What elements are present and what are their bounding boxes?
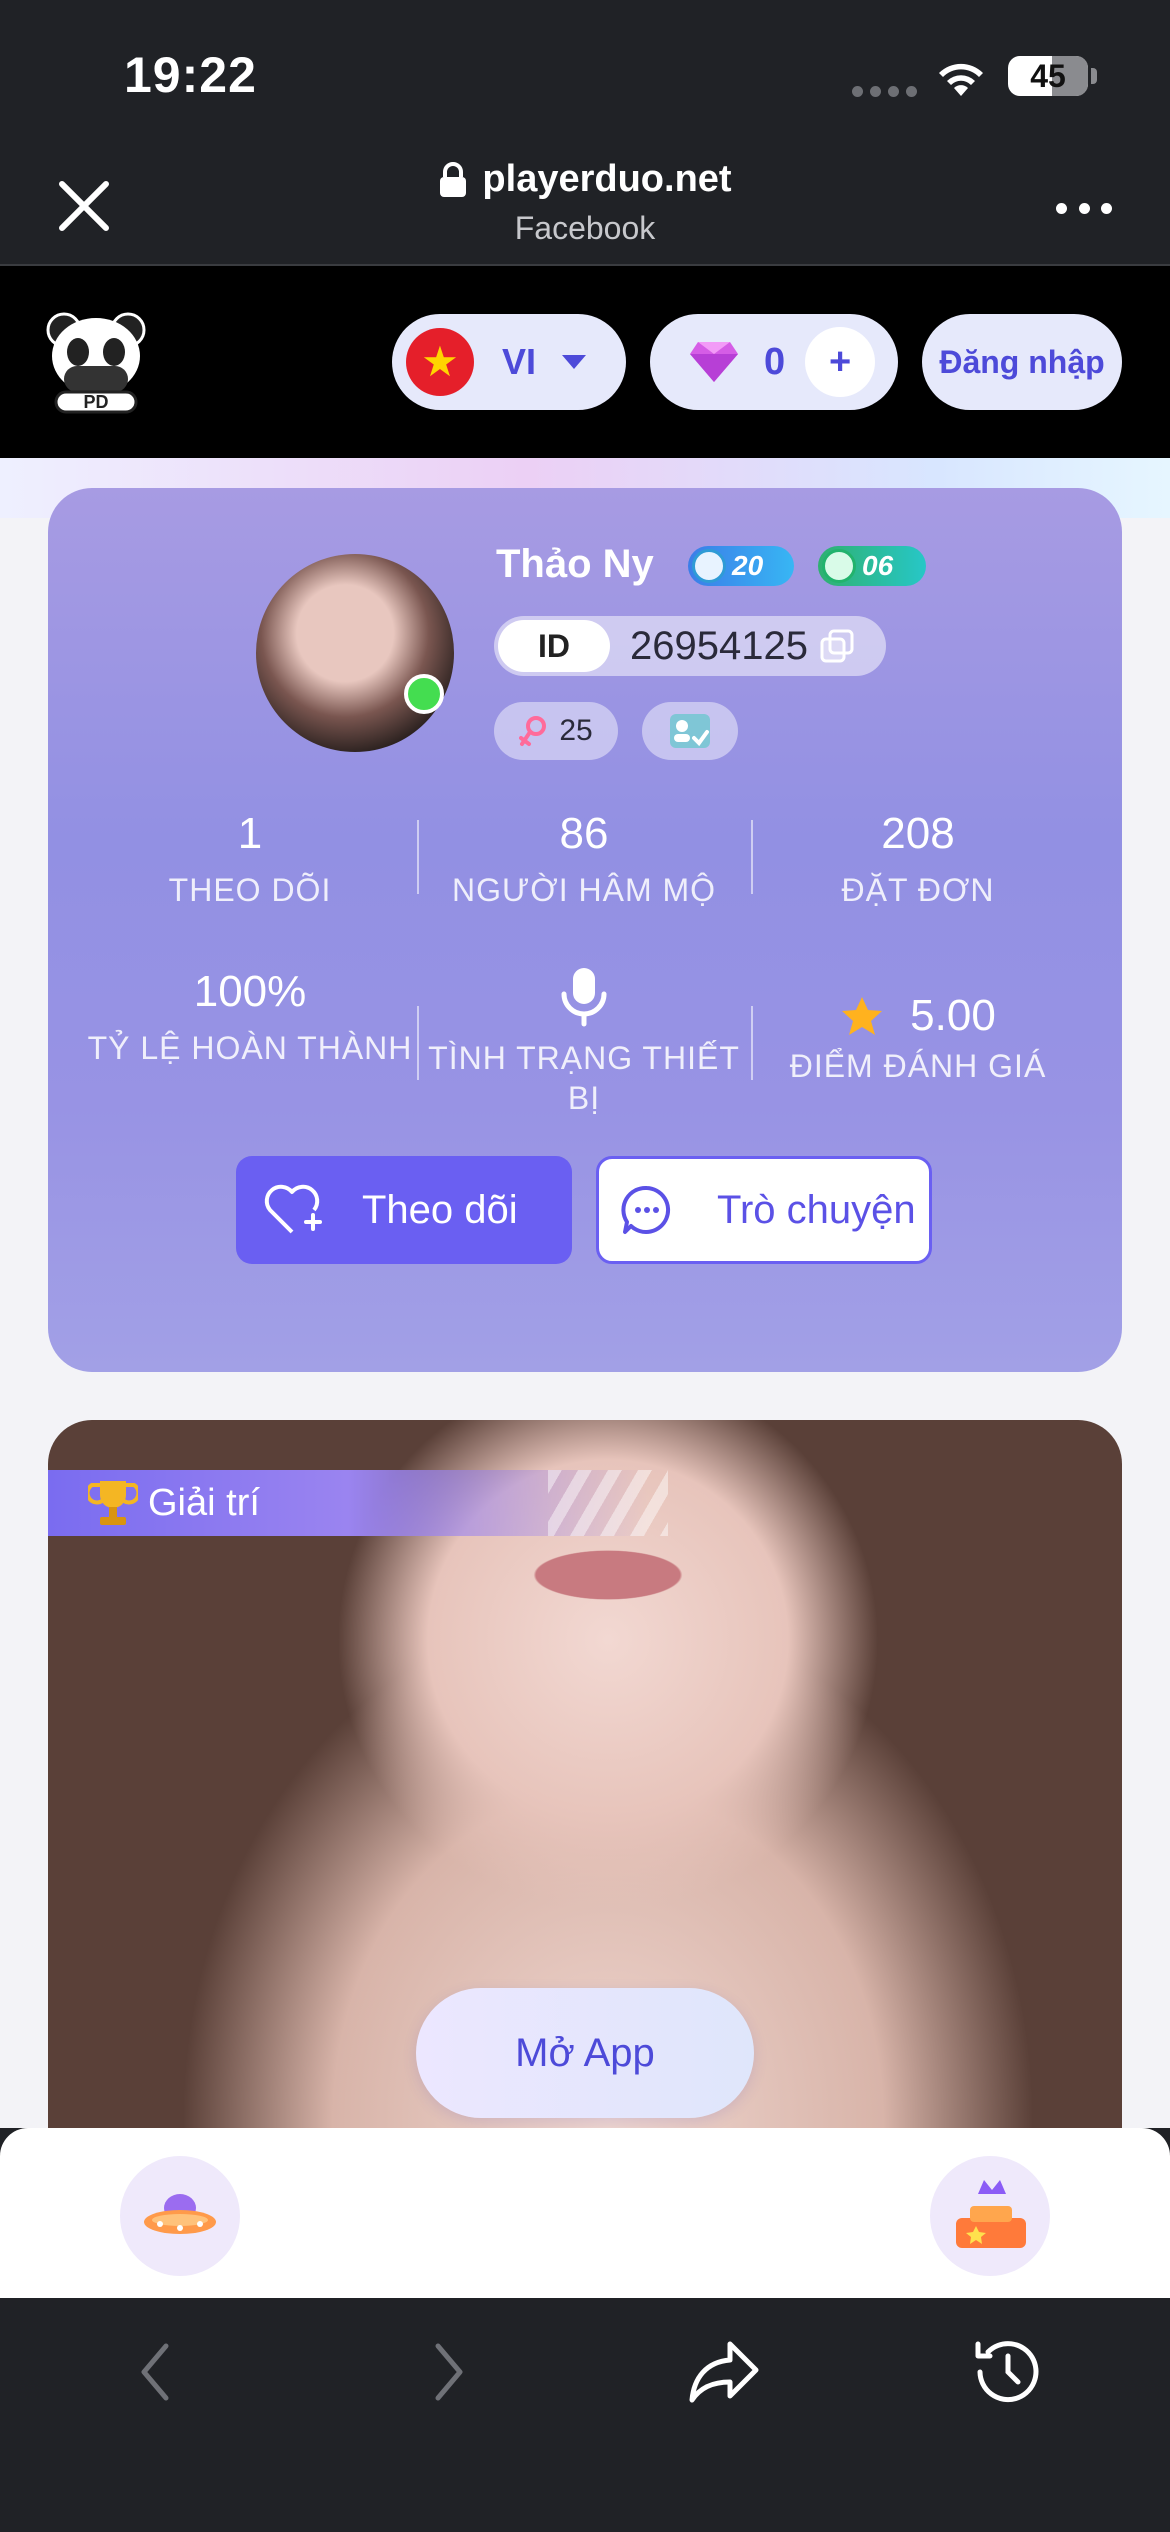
id-card-verified-icon: [670, 714, 710, 748]
share-icon[interactable]: [686, 2334, 762, 2410]
stat-fans: 86 NGƯỜI HÂM MỘ: [417, 808, 751, 910]
add-gems-button[interactable]: +: [805, 327, 876, 397]
online-status-dot: [404, 674, 444, 714]
cellular-signal-icon: [852, 86, 917, 97]
gender-age-badge: 25: [494, 702, 618, 760]
copy-icon[interactable]: [820, 629, 854, 663]
login-button[interactable]: Đăng nhập: [922, 314, 1122, 410]
language-selector[interactable]: ★ VI: [392, 314, 626, 410]
stat-orders: 208 ĐẶT ĐƠN: [751, 808, 1085, 910]
forward-arrow-icon[interactable]: [408, 2334, 484, 2410]
profile-card: Thảo Ny 20 06 ID 26954125 25 1 THEO DÕI …: [48, 488, 1122, 1372]
chevron-down-icon: [562, 355, 587, 369]
gem-count: 0: [764, 340, 786, 383]
back-arrow-icon[interactable]: [120, 2334, 196, 2410]
female-icon: [519, 716, 547, 746]
ufo-button[interactable]: [120, 2156, 240, 2276]
stat-completion-rate: 100% TỶ LỆ HOÀN THÀNH: [87, 967, 413, 1066]
level-medal-icon: [692, 549, 726, 583]
stats-row-1: 1 THEO DÕI 86 NGƯỜI HÂM MỘ 208 ĐẶT ĐƠN: [83, 808, 1157, 910]
chat-label: Trò chuyện: [717, 1187, 916, 1232]
follow-button[interactable]: Theo dõi: [236, 1156, 572, 1264]
stats-row-2: 100% TỶ LỆ HOÀN THÀNH TÌNH TRẠNG THIẾT B…: [83, 966, 1157, 1118]
panda-logo[interactable]: PD: [44, 308, 148, 416]
category-label: Giải trí: [148, 1481, 260, 1524]
svg-text:PD: PD: [83, 392, 108, 412]
id-label: ID: [498, 620, 610, 672]
user-name: Thảo Ny: [496, 542, 654, 586]
level-badge: 20: [688, 546, 794, 586]
status-bar: 19:22 45: [0, 0, 1170, 140]
status-time: 19:22: [124, 47, 257, 103]
tag-stripes: [548, 1470, 668, 1536]
diamond-icon: [690, 342, 738, 382]
star-icon: [842, 997, 883, 1035]
page-content: Thảo Ny 20 06 ID 26954125 25 1 THEO DÕI …: [0, 458, 1170, 2128]
wifi-icon: [939, 63, 983, 96]
url-display[interactable]: playerduo.net Facebook: [0, 158, 1170, 247]
chat-button[interactable]: Trò chuyện: [596, 1156, 932, 1264]
ufo-icon: [144, 2194, 216, 2234]
url-source: Facebook: [514, 209, 656, 246]
chat-bubble-icon: [621, 1185, 671, 1234]
language-code: VI: [502, 341, 537, 382]
battery-icon: 45: [1008, 56, 1088, 96]
battery-tip: [1091, 68, 1097, 84]
gem-balance: 0 +: [650, 314, 898, 410]
microphone-icon: [561, 968, 607, 1027]
battery-level: 45: [1030, 58, 1066, 94]
stat-device-status: TÌNH TRẠNG THIẾT BỊ: [417, 966, 751, 1118]
gem-badge: 06: [818, 546, 926, 586]
open-app-button[interactable]: Mở App: [416, 1988, 754, 2118]
id-value: 26954125: [630, 623, 808, 668]
more-options-icon[interactable]: [1056, 200, 1112, 216]
gem-medal-icon: [822, 549, 856, 583]
ranking-button[interactable]: [930, 2156, 1050, 2276]
trophy-icon: [88, 1481, 138, 1525]
vietnam-flag-icon: ★: [406, 328, 474, 396]
history-icon[interactable]: [970, 2334, 1046, 2410]
follow-label: Theo dõi: [362, 1187, 518, 1232]
age-value: 25: [559, 714, 593, 747]
heart-plus-icon: [264, 1184, 322, 1234]
url-domain: playerduo.net: [482, 158, 732, 200]
app-bottom-bar: [0, 2128, 1170, 2298]
browser-toolbar: [0, 2298, 1170, 2532]
verified-badge: [642, 702, 738, 760]
stat-following: 1 THEO DÕI: [168, 809, 332, 908]
stat-rating: 5.00 ĐIỂM ĐÁNH GIÁ: [751, 966, 1085, 1118]
rating-value: 5.00: [910, 991, 996, 1040]
app-header: PD ★ VI 0 + Đăng nhập: [0, 266, 1170, 458]
browser-bar: playerduo.net Facebook: [0, 140, 1170, 266]
user-id: ID 26954125: [494, 616, 886, 676]
avatar[interactable]: [256, 554, 454, 752]
lock-icon: [440, 161, 467, 197]
trophy-crown-icon: [956, 2180, 1026, 2248]
